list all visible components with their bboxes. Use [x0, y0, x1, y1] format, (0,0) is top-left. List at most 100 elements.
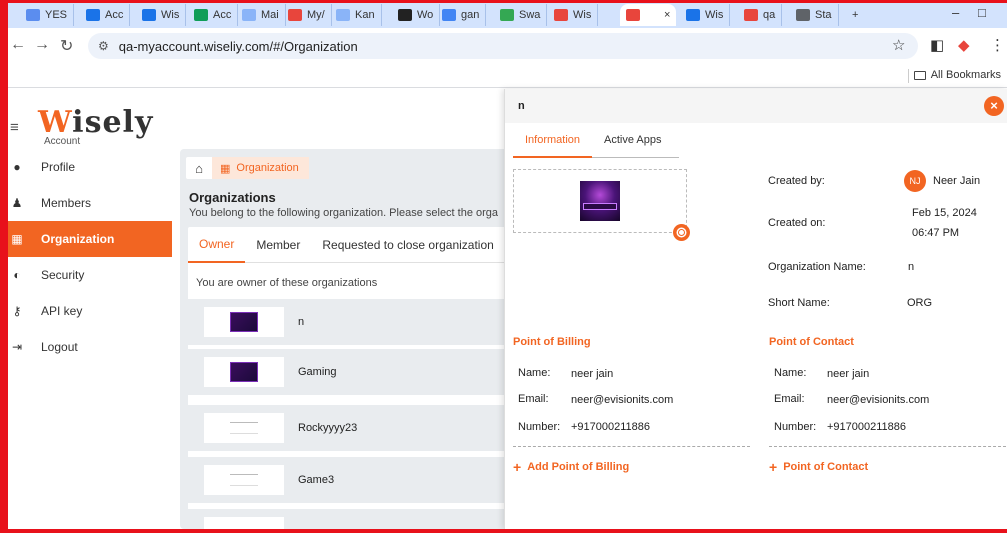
add-point-of-billing-button[interactable]: + Add Point of Billing — [513, 459, 629, 475]
home-icon[interactable]: ⌂ — [186, 157, 212, 179]
organization-thumbnail — [204, 307, 284, 337]
browser-tab[interactable]: Wis — [548, 4, 599, 26]
browser-tab[interactable]: Acc — [80, 4, 131, 26]
all-bookmarks-button[interactable]: All Bookmarks — [913, 69, 1001, 81]
list-item[interactable]: Rockyyyy23 — [188, 405, 508, 451]
browser-tab[interactable]: Sta — [790, 4, 839, 26]
breadcrumb-current: ▦ Organization — [212, 157, 309, 179]
folder-icon — [913, 70, 926, 80]
sidebar-item-security[interactable]: ◐ Security — [8, 257, 172, 293]
contact-section-title: Point of Contact — [769, 336, 854, 348]
created-by-label: Created by: — [768, 175, 825, 187]
short-name-label: Short Name: — [768, 297, 830, 309]
browser-tab[interactable]: Wis — [680, 4, 731, 26]
browser-tab-label: Wis — [161, 9, 180, 21]
hamburger-menu-icon[interactable]: ≡ — [10, 119, 19, 136]
sidebar-item-label: API key — [41, 304, 83, 318]
brand-logo-rest: isely — [72, 105, 154, 140]
frame-left — [0, 0, 8, 533]
maximize-icon[interactable]: □ — [978, 5, 986, 20]
page-title: Organizations — [189, 190, 276, 205]
building-icon: ▦ — [220, 162, 231, 175]
forward-icon[interactable]: → — [34, 36, 50, 54]
minimize-icon[interactable]: – — [952, 5, 959, 20]
sidebar-item-profile[interactable]: ● Profile — [8, 149, 172, 185]
tab-favicon-icon — [500, 9, 514, 21]
site-settings-icon[interactable]: ⚙ — [98, 39, 109, 53]
browser-tab[interactable]: Mai — [236, 4, 286, 26]
new-tab-button[interactable]: + — [846, 4, 864, 26]
billing-number: +917000211886 — [571, 421, 651, 433]
list-item[interactable]: Game3 — [188, 457, 508, 503]
bookmark-star-icon[interactable]: ☆ — [892, 36, 905, 54]
key-icon: ⚷ — [12, 304, 22, 318]
sidebar-item-members[interactable]: ♟ Members — [8, 185, 172, 221]
add-point-of-contact-button[interactable]: + Point of Contact — [769, 459, 868, 475]
browser-tab-label: Wo — [417, 9, 434, 21]
browser-tab-label: Acc — [213, 9, 232, 21]
all-bookmarks-label: All Bookmarks — [930, 69, 1001, 81]
tab-favicon-icon — [142, 9, 156, 21]
billing-name: neer jain — [571, 368, 614, 380]
page-subtitle: You belong to the following organization… — [189, 207, 499, 219]
tab-favicon-icon — [26, 9, 40, 21]
breadcrumb-label: Organization — [236, 162, 299, 174]
browser-tab[interactable]: qa — [738, 4, 783, 26]
organization-thumbnail — [204, 413, 284, 443]
back-icon[interactable]: ← — [10, 36, 26, 54]
organization-logo-box — [513, 169, 687, 233]
extension-icon[interactable]: ◆ — [958, 36, 970, 54]
created-on-date: Feb 15, 2024 — [912, 207, 977, 219]
tab-active-apps[interactable]: Active Apps — [592, 134, 673, 158]
browser-tab-label: Swa — [519, 9, 541, 21]
organization-thumbnail — [204, 465, 284, 495]
add-billing-label: Add Point of Billing — [527, 461, 630, 473]
browser-tab[interactable]: Swa — [494, 4, 548, 26]
sidebar-item-api-key[interactable]: ⚷ API key — [8, 293, 172, 329]
close-panel-button[interactable]: × — [984, 96, 1004, 116]
browser-tab-label: Wis — [573, 9, 592, 21]
list-item[interactable]: Gaming — [188, 349, 508, 395]
tab-member[interactable]: Member — [245, 227, 311, 263]
browser-tab-label: YES — [45, 9, 68, 21]
list-item[interactable] — [188, 509, 508, 529]
menu-kebab-icon[interactable]: ⋮ — [990, 36, 1005, 54]
close-tab-icon[interactable]: × — [664, 9, 670, 21]
browser-tab[interactable]: Acc — [188, 4, 239, 26]
browser-tab[interactable]: Wo — [392, 4, 441, 26]
address-bar[interactable]: ⚙ qa-myaccount.wiseliy.com/#/Organizatio… — [88, 33, 918, 59]
tab-information[interactable]: Information — [513, 134, 593, 158]
side-panel-icon[interactable]: ◧ — [930, 36, 944, 54]
billing-number-label: Number: — [518, 421, 561, 433]
browser-tab-label: My/ — [307, 9, 325, 21]
billing-email: neer@evisionits.com — [571, 394, 674, 406]
tab-requested[interactable]: Requested to close organization — [311, 227, 504, 263]
browser-tab-label: Acc — [105, 9, 124, 21]
reload-icon[interactable]: ↻ — [60, 36, 73, 56]
sidebar-item-label: Logout — [41, 340, 78, 354]
browser-tab[interactable]: My/ — [282, 4, 332, 26]
browser-tab[interactable]: gan — [436, 4, 487, 26]
short-name-value: ORG — [907, 297, 933, 309]
browser-tab[interactable]: × — [620, 4, 677, 26]
sidebar-item-label: Profile — [41, 160, 76, 174]
sidebar-item-organization[interactable]: ▦ Organization — [8, 221, 172, 257]
browser-tab[interactable]: YES — [20, 4, 75, 26]
organizations-card: Owner Member Requested to close organizati… — [188, 227, 508, 529]
building-icon: ▦ — [11, 232, 23, 246]
tab-owner[interactable]: Owner — [188, 227, 246, 263]
browser-tab-label: Kan — [355, 9, 375, 21]
list-item[interactable]: n — [188, 299, 508, 345]
avatar: NJ — [904, 170, 926, 192]
browser-tab[interactable]: Wis — [136, 4, 187, 26]
contact-number-label: Number: — [774, 421, 817, 433]
frame-top — [0, 0, 1007, 3]
sidebar-item-logout[interactable]: ⇥ Logout — [8, 329, 172, 365]
brand-logo[interactable]: Wisely — [38, 105, 153, 140]
camera-upload-icon[interactable] — [673, 224, 690, 241]
tab-favicon-icon — [194, 9, 208, 21]
sidebar-item-label: Security — [41, 268, 85, 282]
browser-tab[interactable]: Kan — [330, 4, 382, 26]
tab-favicon-icon — [398, 9, 412, 21]
created-on-time: 06:47 PM — [912, 227, 960, 239]
